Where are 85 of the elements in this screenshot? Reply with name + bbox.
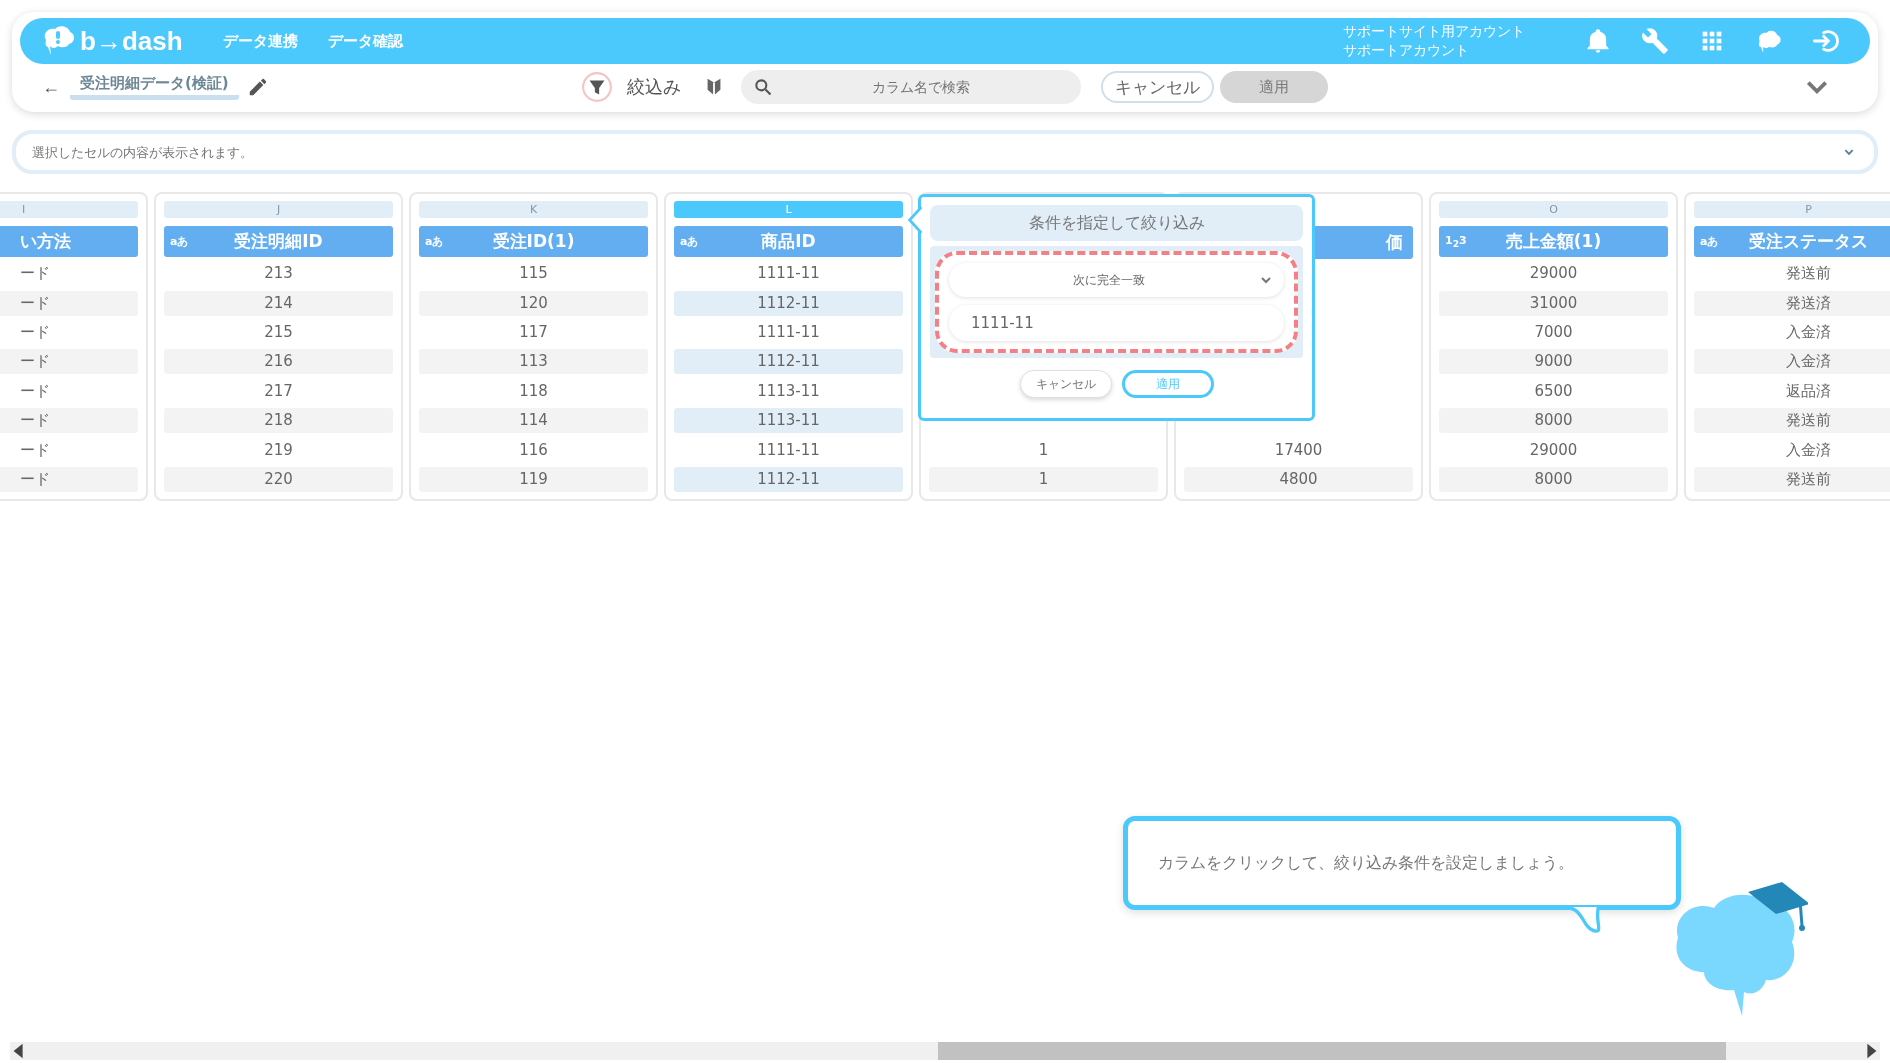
table-cell[interactable]: 117: [419, 320, 648, 346]
search-input[interactable]: カラム名で検索: [772, 78, 1069, 96]
type-label: aあ: [169, 233, 190, 249]
table-cell[interactable]: 1112-11: [674, 349, 903, 375]
table-cell[interactable]: ード: [0, 437, 138, 463]
table-cell[interactable]: 29000: [1439, 437, 1668, 463]
table-cell[interactable]: 発送前: [1694, 408, 1890, 434]
table-cell[interactable]: 118: [419, 378, 648, 404]
table-cell[interactable]: 1113-11: [674, 408, 903, 434]
type-label: aあ: [424, 233, 445, 249]
value-input[interactable]: 1111-11: [971, 308, 1262, 338]
table-cell[interactable]: ード: [0, 408, 138, 434]
table-cell[interactable]: 発送前: [1694, 467, 1890, 492]
logout-icon[interactable]: [1812, 27, 1840, 55]
table-cell[interactable]: 入金済: [1694, 320, 1890, 346]
table-cell[interactable]: 120: [419, 290, 648, 316]
table-cell[interactable]: 31000: [1439, 290, 1668, 316]
table-cell[interactable]: 6500: [1439, 378, 1668, 404]
filter-icon[interactable]: [580, 71, 613, 103]
hint-text: カラムをクリックして、絞り込み条件を設定しましょう。: [1158, 852, 1574, 874]
table-cell[interactable]: 1: [929, 437, 1158, 463]
column-title: 受注ステータス: [1748, 229, 1869, 253]
table-cell[interactable]: 1111-11: [674, 320, 903, 346]
table-cell[interactable]: 29000: [1439, 261, 1668, 287]
back-button[interactable]: ←: [42, 76, 60, 98]
popup-title: 条件を指定して絞り込み: [930, 205, 1303, 241]
cancel-button[interactable]: キャンセル: [1100, 71, 1214, 103]
column-title: 受注明細ID: [233, 229, 324, 253]
table-cell[interactable]: 返品済: [1694, 378, 1890, 404]
column-title: 価: [1386, 231, 1403, 255]
table-cell[interactable]: ード: [0, 349, 138, 375]
table-cell[interactable]: 9000: [1439, 349, 1668, 375]
table-cell[interactable]: 1112-11: [674, 467, 903, 492]
table-cell[interactable]: 1113-11: [674, 378, 903, 404]
table-cell[interactable]: 215: [164, 320, 393, 346]
table-cell[interactable]: 116: [419, 437, 648, 463]
table-cell[interactable]: 115: [419, 261, 648, 287]
table-cell[interactable]: ード: [0, 290, 138, 316]
account-name: サポートアカウント: [1343, 41, 1470, 60]
type-label: aあ: [679, 233, 700, 249]
table-title[interactable]: 受注明細データ(検証): [70, 74, 239, 100]
table-cell[interactable]: 8000: [1439, 467, 1668, 492]
table-cell[interactable]: 216: [164, 349, 393, 375]
table-cell[interactable]: 入金済: [1694, 349, 1890, 375]
table-cell[interactable]: ード: [0, 467, 138, 492]
table-cell[interactable]: 114: [419, 408, 648, 434]
table-cell[interactable]: 入金済: [1694, 437, 1890, 463]
table-cell[interactable]: 217: [164, 378, 393, 404]
table-cell[interactable]: 1111-11: [674, 437, 903, 463]
table-cell[interactable]: 1111-11: [674, 261, 903, 287]
table-cell[interactable]: 1112-11: [674, 290, 903, 316]
table-cell[interactable]: ード: [0, 320, 138, 346]
table-cell[interactable]: 213: [164, 261, 393, 287]
table-cell[interactable]: 113: [419, 349, 648, 375]
search-field[interactable]: カラム名で検索: [740, 70, 1081, 104]
filter-label: 絞込み: [626, 75, 681, 99]
table-cell[interactable]: 1: [929, 467, 1158, 492]
scrollbar-thumb[interactable]: [938, 1042, 1726, 1060]
table-cell[interactable]: 220: [164, 467, 393, 492]
cell-content-input[interactable]: 選択したセルの内容が表示されます。: [30, 143, 1838, 161]
table-cell[interactable]: ード: [0, 261, 138, 287]
condition-dropdown[interactable]: 次に完全一致: [949, 263, 1284, 297]
table-cell[interactable]: 発送前: [1694, 261, 1890, 287]
table-cell[interactable]: 218: [164, 408, 393, 434]
search-icon: [752, 77, 773, 97]
account-name: サポートサイト用アカウント: [1343, 22, 1525, 41]
type-label: aあ: [1699, 233, 1720, 249]
table-cell[interactable]: 214: [164, 290, 393, 316]
column-title: 売上金額(1): [1504, 229, 1603, 253]
cell-preview-field[interactable]: 選択したセルの内容が表示されます。: [12, 130, 1878, 174]
type-label: 1$_{2}$3: [1444, 233, 1468, 250]
table-cell[interactable]: 4800: [1184, 467, 1413, 492]
table-cell[interactable]: 119: [419, 467, 648, 492]
value-field[interactable]: 1111-11: [949, 305, 1284, 341]
wrench-icon[interactable]: [1641, 27, 1669, 55]
table-cell[interactable]: 8000: [1439, 408, 1668, 434]
table-cell[interactable]: 発送済: [1694, 290, 1890, 316]
table-cell[interactable]: ード: [0, 378, 138, 404]
table-cell[interactable]: 7000: [1439, 320, 1668, 346]
table-cell[interactable]: 17400: [1184, 437, 1413, 463]
column-title: 商品ID: [760, 229, 817, 253]
column-title: 受注ID(1): [491, 229, 576, 253]
table-cell[interactable]: 219: [164, 437, 393, 463]
column-title: い方法: [19, 229, 72, 253]
cancel-button[interactable]: キャンセル: [1019, 370, 1112, 398]
